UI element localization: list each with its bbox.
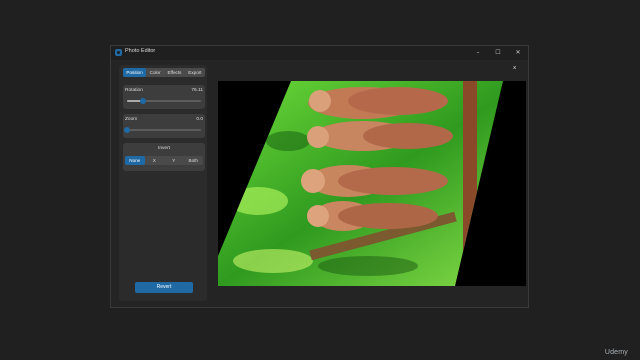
image-close-button[interactable]: x bbox=[513, 65, 516, 71]
minimize-button[interactable]: – bbox=[472, 47, 484, 58]
image-canvas[interactable] bbox=[218, 81, 526, 286]
tab-position[interactable]: Position bbox=[123, 68, 147, 77]
invert-card: Invert None X Y Both bbox=[123, 143, 205, 171]
title-bar: Photo Editor – ☐ ✕ bbox=[111, 46, 528, 60]
revert-button[interactable]: Revert bbox=[135, 282, 193, 293]
invert-y-option[interactable]: Y bbox=[164, 156, 184, 165]
tab-export[interactable]: Export bbox=[185, 68, 205, 77]
zoom-slider-handle[interactable] bbox=[124, 127, 130, 133]
tab-color[interactable]: Color bbox=[146, 68, 164, 77]
window-title: Photo Editor bbox=[125, 48, 156, 54]
rotation-slider[interactable] bbox=[127, 98, 201, 104]
rotation-value: 76.11 bbox=[191, 88, 203, 93]
side-panel: Position Color Effects Export Rotation 7… bbox=[119, 65, 207, 301]
maximize-button[interactable]: ☐ bbox=[492, 47, 504, 58]
rotated-image bbox=[218, 81, 503, 286]
invert-none-option[interactable]: None bbox=[125, 156, 145, 165]
app-icon bbox=[115, 49, 122, 56]
invert-segmented-control: None X Y Both bbox=[125, 156, 203, 165]
close-button[interactable]: ✕ bbox=[512, 47, 524, 58]
rotation-slider-handle[interactable] bbox=[139, 98, 146, 104]
otters-photo-icon bbox=[218, 81, 503, 286]
invert-label: Invert bbox=[158, 146, 170, 151]
tab-bar: Position Color Effects Export bbox=[123, 68, 205, 77]
zoom-slider[interactable] bbox=[124, 127, 201, 133]
zoom-label: Zoom bbox=[125, 117, 138, 122]
rotation-label: Rotation bbox=[125, 88, 143, 93]
zoom-card: Zoom 0.0 bbox=[123, 114, 205, 138]
app-window: Photo Editor – ☐ ✕ Position Color Effect… bbox=[110, 45, 529, 308]
udemy-watermark: Udemy bbox=[604, 349, 628, 356]
tab-effects[interactable]: Effects bbox=[164, 68, 185, 77]
rotation-card: Rotation 76.11 bbox=[123, 85, 205, 109]
invert-both-option[interactable]: Both bbox=[184, 156, 204, 165]
zoom-value: 0.0 bbox=[196, 117, 203, 122]
invert-x-option[interactable]: X bbox=[145, 156, 165, 165]
